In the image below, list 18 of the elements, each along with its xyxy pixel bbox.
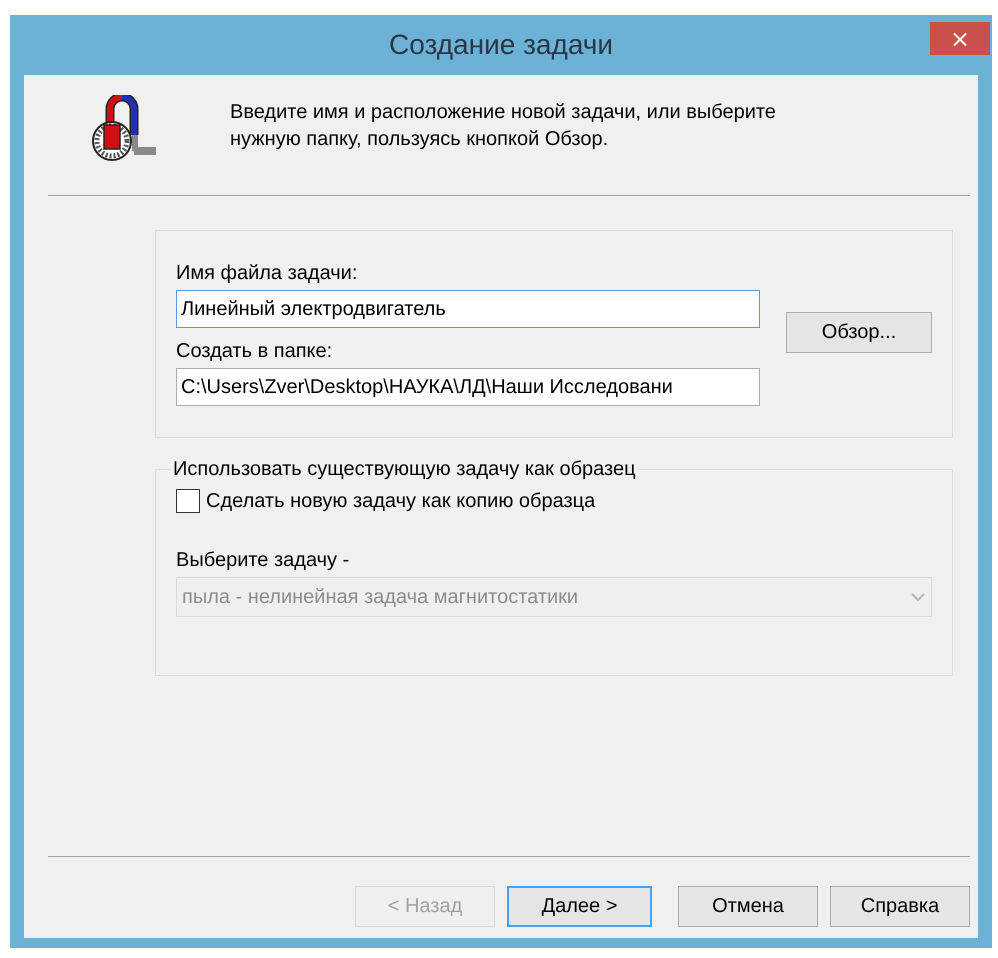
group-label: Использовать существующую задачу как образец [172, 458, 637, 481]
checkbox-label[interactable]: Сделать новую задачу как копию образца [206, 490, 596, 512]
field-label: Имя файла задачи: [176, 260, 358, 286]
copy-checkbox[interactable] [176, 489, 200, 513]
filename-field[interactable]: Линейный электродвигатель [176, 290, 760, 328]
close-button[interactable]: × [930, 22, 990, 55]
field-label: Выберите задачу - [176, 548, 350, 572]
chevron-down-icon [911, 592, 925, 602]
dialog-button[interactable]: Справка [830, 886, 970, 927]
dialog-button[interactable]: Далее > [507, 886, 652, 927]
field-label: Создать в папке: [176, 338, 334, 364]
folder-field[interactable]: C:\Users\Zver\Desktop\НАУКА\ЛД\Наши Исследовани [176, 368, 760, 406]
dialog-button[interactable]: Отмена [678, 886, 818, 927]
browse-button[interactable]: Обзор... [786, 312, 932, 352]
window-title: Создание задачи [389, 29, 613, 61]
instruction-text: Введите имя и расположение новой задачи, или выберите нужную папку, пользуясь кнопкой Обзор. [230, 100, 777, 152]
task-dropdown: пыла - нелинейная задача магнитостатики [176, 577, 932, 617]
dialog-button: < Назад [355, 886, 495, 927]
